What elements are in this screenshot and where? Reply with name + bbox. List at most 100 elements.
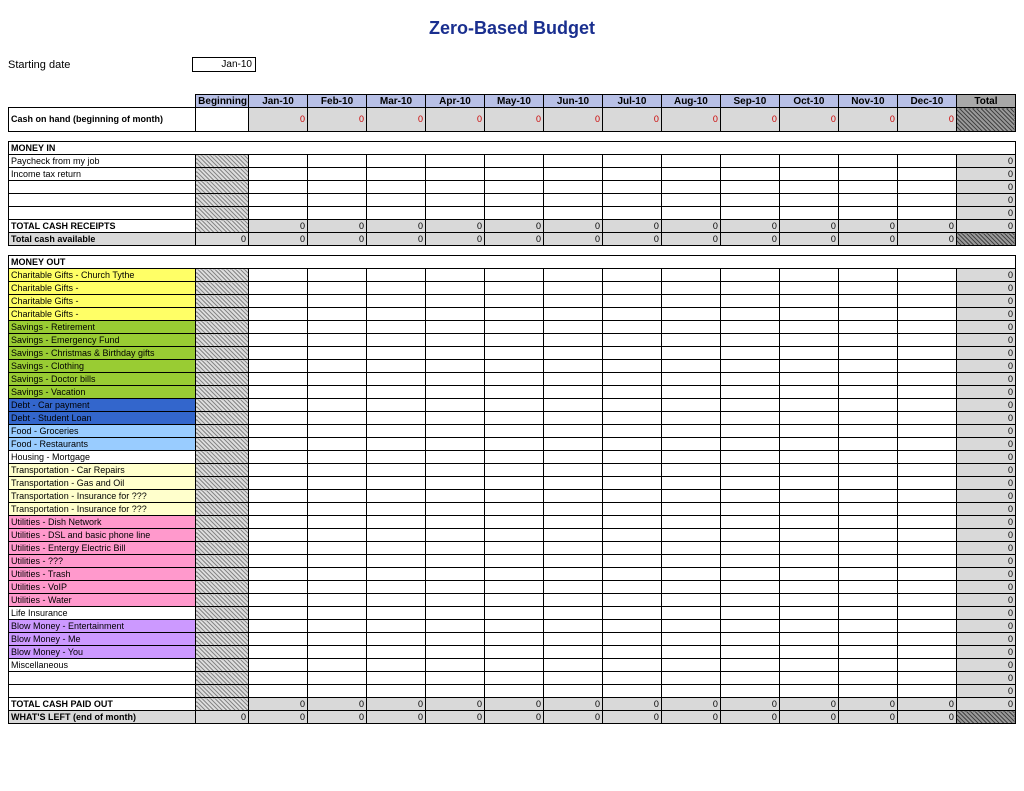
money-out-cell[interactable] — [838, 347, 897, 360]
money-out-cell[interactable] — [484, 490, 543, 503]
money-out-cell[interactable] — [426, 555, 485, 568]
money-out-cell[interactable] — [602, 321, 661, 334]
money-out-cell[interactable] — [661, 529, 720, 542]
cash-on-hand-cell[interactable] — [956, 108, 1015, 132]
money-out-cell[interactable] — [367, 503, 426, 516]
money-out-cell[interactable] — [543, 646, 602, 659]
money-out-cell[interactable] — [426, 685, 485, 698]
cash-on-hand-cell[interactable]: 0 — [308, 108, 367, 132]
money-out-cell[interactable] — [720, 659, 779, 672]
money-out-cell[interactable] — [543, 399, 602, 412]
money-out-cell[interactable] — [484, 386, 543, 399]
money-out-cell[interactable] — [543, 685, 602, 698]
money-out-cell[interactable] — [543, 529, 602, 542]
money-out-cell[interactable] — [602, 581, 661, 594]
money-out-cell[interactable] — [484, 581, 543, 594]
money-out-cell[interactable] — [720, 503, 779, 516]
money-in-cell[interactable] — [484, 181, 543, 194]
money-out-cell[interactable] — [249, 581, 308, 594]
money-out-cell[interactable] — [720, 399, 779, 412]
money-out-cell[interactable] — [308, 490, 367, 503]
money-out-cell[interactable] — [897, 581, 956, 594]
money-out-cell[interactable] — [426, 490, 485, 503]
money-in-cell[interactable] — [602, 181, 661, 194]
cash-on-hand-cell[interactable]: 0 — [779, 108, 838, 132]
money-out-cell[interactable] — [426, 425, 485, 438]
money-out-cell[interactable] — [367, 594, 426, 607]
money-out-cell[interactable] — [602, 529, 661, 542]
money-in-cell[interactable] — [249, 168, 308, 181]
money-out-cell[interactable] — [602, 412, 661, 425]
money-out-cell[interactable] — [543, 620, 602, 633]
money-out-cell[interactable] — [426, 594, 485, 607]
cash-on-hand-cell[interactable]: 0 — [838, 108, 897, 132]
money-out-cell[interactable] — [484, 295, 543, 308]
money-in-cell[interactable] — [838, 207, 897, 220]
money-out-cell[interactable] — [308, 360, 367, 373]
money-out-cell[interactable] — [602, 594, 661, 607]
money-out-cell[interactable] — [779, 620, 838, 633]
money-out-cell[interactable] — [249, 295, 308, 308]
money-out-cell[interactable] — [661, 685, 720, 698]
money-out-cell[interactable] — [543, 672, 602, 685]
money-out-cell[interactable] — [543, 386, 602, 399]
money-out-cell[interactable] — [602, 477, 661, 490]
money-out-cell[interactable] — [661, 438, 720, 451]
money-in-cell[interactable] — [779, 155, 838, 168]
money-out-cell[interactable] — [838, 516, 897, 529]
money-out-cell[interactable] — [426, 633, 485, 646]
money-in-cell[interactable] — [897, 168, 956, 181]
money-out-cell[interactable] — [367, 451, 426, 464]
money-out-cell[interactable] — [602, 633, 661, 646]
money-in-cell[interactable] — [249, 207, 308, 220]
money-in-cell[interactable] — [897, 207, 956, 220]
money-out-cell[interactable] — [661, 386, 720, 399]
money-out-cell[interactable] — [484, 516, 543, 529]
money-out-cell[interactable] — [543, 477, 602, 490]
cash-on-hand-cell[interactable]: 0 — [897, 108, 956, 132]
money-out-cell[interactable] — [779, 672, 838, 685]
money-in-cell[interactable] — [661, 181, 720, 194]
money-out-cell[interactable] — [426, 568, 485, 581]
money-out-cell[interactable] — [426, 321, 485, 334]
money-out-cell[interactable] — [367, 282, 426, 295]
money-in-cell[interactable] — [720, 155, 779, 168]
money-out-cell[interactable] — [249, 477, 308, 490]
money-out-cell[interactable] — [838, 633, 897, 646]
money-out-cell[interactable] — [838, 269, 897, 282]
money-out-cell[interactable] — [838, 490, 897, 503]
money-out-cell[interactable] — [720, 425, 779, 438]
money-out-cell[interactable] — [838, 464, 897, 477]
money-out-cell[interactable] — [249, 633, 308, 646]
money-out-cell[interactable] — [426, 282, 485, 295]
money-out-cell[interactable] — [543, 373, 602, 386]
money-out-cell[interactable] — [838, 451, 897, 464]
cash-on-hand-cell[interactable]: 0 — [602, 108, 661, 132]
money-out-cell[interactable] — [308, 529, 367, 542]
money-out-cell[interactable] — [367, 607, 426, 620]
money-in-cell[interactable] — [249, 194, 308, 207]
money-out-cell[interactable] — [249, 685, 308, 698]
money-in-cell[interactable] — [484, 155, 543, 168]
money-out-cell[interactable] — [367, 633, 426, 646]
money-out-cell[interactable] — [484, 282, 543, 295]
money-out-cell[interactable] — [367, 568, 426, 581]
money-out-cell[interactable] — [720, 373, 779, 386]
money-out-cell[interactable] — [897, 425, 956, 438]
money-in-cell[interactable] — [426, 168, 485, 181]
money-out-cell[interactable] — [602, 386, 661, 399]
cash-on-hand-cell[interactable]: 0 — [720, 108, 779, 132]
cash-on-hand-cell[interactable]: 0 — [484, 108, 543, 132]
money-out-cell[interactable] — [602, 425, 661, 438]
money-out-cell[interactable] — [897, 477, 956, 490]
money-out-cell[interactable] — [484, 360, 543, 373]
money-out-cell[interactable] — [661, 295, 720, 308]
money-out-cell[interactable] — [720, 646, 779, 659]
money-in-cell[interactable] — [543, 181, 602, 194]
money-out-cell[interactable] — [249, 503, 308, 516]
money-out-cell[interactable] — [543, 516, 602, 529]
money-out-cell[interactable] — [426, 581, 485, 594]
money-out-cell[interactable] — [426, 672, 485, 685]
money-out-cell[interactable] — [661, 607, 720, 620]
money-out-cell[interactable] — [720, 581, 779, 594]
